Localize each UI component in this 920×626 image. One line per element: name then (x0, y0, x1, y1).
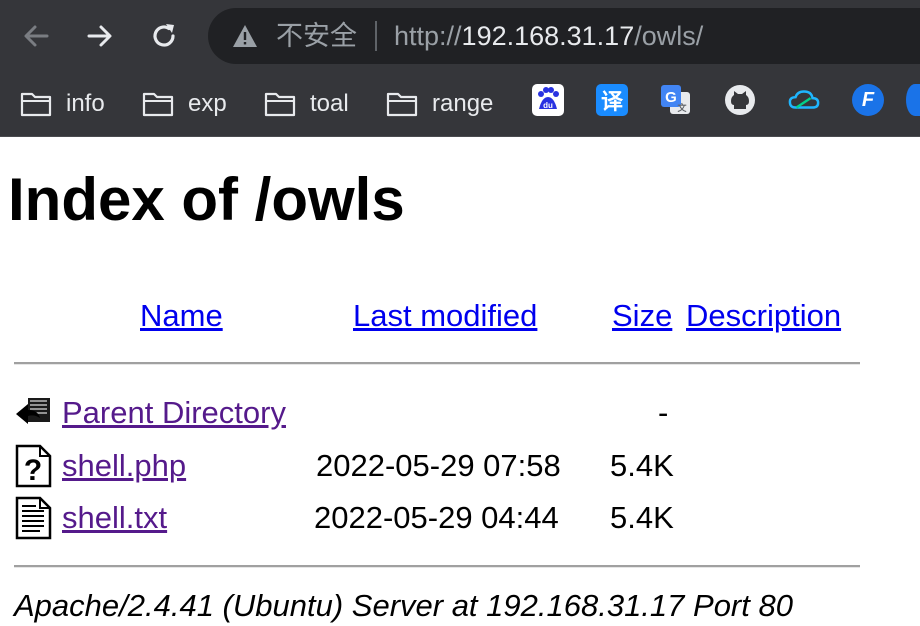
google-translate-icon: G 文 (661, 85, 690, 114)
bookmark-translate[interactable]: 译 (596, 84, 628, 116)
unknown-file-icon: ? (15, 444, 52, 488)
bookmark-label: info (66, 90, 105, 117)
column-header-size[interactable]: Size (612, 296, 672, 336)
file-modified: 2022-05-29 04:44 (314, 500, 559, 535)
arrow-left-icon (24, 25, 49, 47)
bookmark-label: toal (310, 90, 349, 117)
url-scheme: http:// (394, 21, 462, 51)
bookmark-baidu[interactable]: du (532, 84, 564, 116)
file-modified: 2022-05-29 07:58 (316, 448, 561, 483)
server-signature: Apache/2.4.41 (Ubuntu) Server at 192.168… (14, 588, 793, 623)
cloud-icon (788, 90, 820, 109)
back-button[interactable] (16, 16, 56, 56)
security-status-label[interactable]: 不安全 (276, 20, 357, 52)
file-link-shell-php[interactable]: shell.php (62, 446, 186, 486)
bookmark-overflow[interactable] (906, 84, 920, 116)
folder-icon (142, 92, 174, 117)
svg-text:?: ? (24, 454, 42, 487)
address-bar[interactable]: 不安全 http://192.168.31.17/owls/ (208, 8, 920, 64)
parent-directory-link[interactable]: Parent Directory (62, 393, 286, 433)
bookmark-folder-toal[interactable]: toal (264, 84, 349, 124)
svg-text:du: du (543, 101, 553, 110)
bookmark-folder-range[interactable]: range (386, 84, 493, 124)
folder-icon (264, 92, 296, 117)
bookmark-label: exp (188, 90, 227, 117)
reload-icon (153, 24, 175, 47)
bookmark-google-translate[interactable]: G 文 (660, 84, 692, 116)
forward-button[interactable] (80, 16, 120, 56)
bookmark-cloud[interactable] (788, 84, 820, 116)
folder-icon (386, 92, 418, 117)
page-title: Index of /owls (8, 166, 405, 233)
folder-icon (20, 92, 52, 117)
fetch-icon: F (861, 88, 875, 111)
bookmark-folder-info[interactable]: info (20, 84, 105, 124)
baidu-icon: du (538, 87, 559, 110)
bookmark-folder-exp[interactable]: exp (142, 84, 227, 124)
back-icon (16, 398, 50, 424)
reload-button[interactable] (144, 16, 184, 56)
bookmark-fetch[interactable]: F (852, 84, 884, 116)
divider-top (14, 362, 860, 365)
divider-bottom (14, 565, 860, 568)
parent-size: - (658, 395, 669, 430)
text-file-icon (15, 496, 52, 540)
svg-text:文: 文 (676, 102, 687, 114)
file-size: 5.4K (610, 500, 674, 535)
omnibox-divider (375, 21, 377, 51)
column-header-description[interactable]: Description (686, 296, 841, 336)
url-host: 192.168.31.17 (461, 21, 635, 51)
github-icon (725, 85, 755, 115)
arrow-right-icon (87, 25, 112, 47)
browser-toolbar: 不安全 http://192.168.31.17/owls/ (0, 0, 920, 72)
bookmark-github[interactable] (724, 84, 756, 116)
bookmarks-bar: info exp toal range (0, 72, 920, 137)
url-text[interactable]: http://192.168.31.17/owls/ (394, 19, 703, 53)
url-path: /owls/ (634, 21, 704, 51)
translate-icon: 译 (600, 89, 623, 114)
bookmark-label: range (432, 90, 494, 117)
file-size: 5.4K (610, 448, 674, 483)
column-header-last-modified[interactable]: Last modified (353, 296, 537, 336)
svg-text:G: G (665, 89, 677, 106)
column-header-name[interactable]: Name (140, 296, 223, 336)
file-link-shell-txt[interactable]: shell.txt (62, 498, 167, 538)
warning-icon[interactable] (232, 24, 258, 48)
